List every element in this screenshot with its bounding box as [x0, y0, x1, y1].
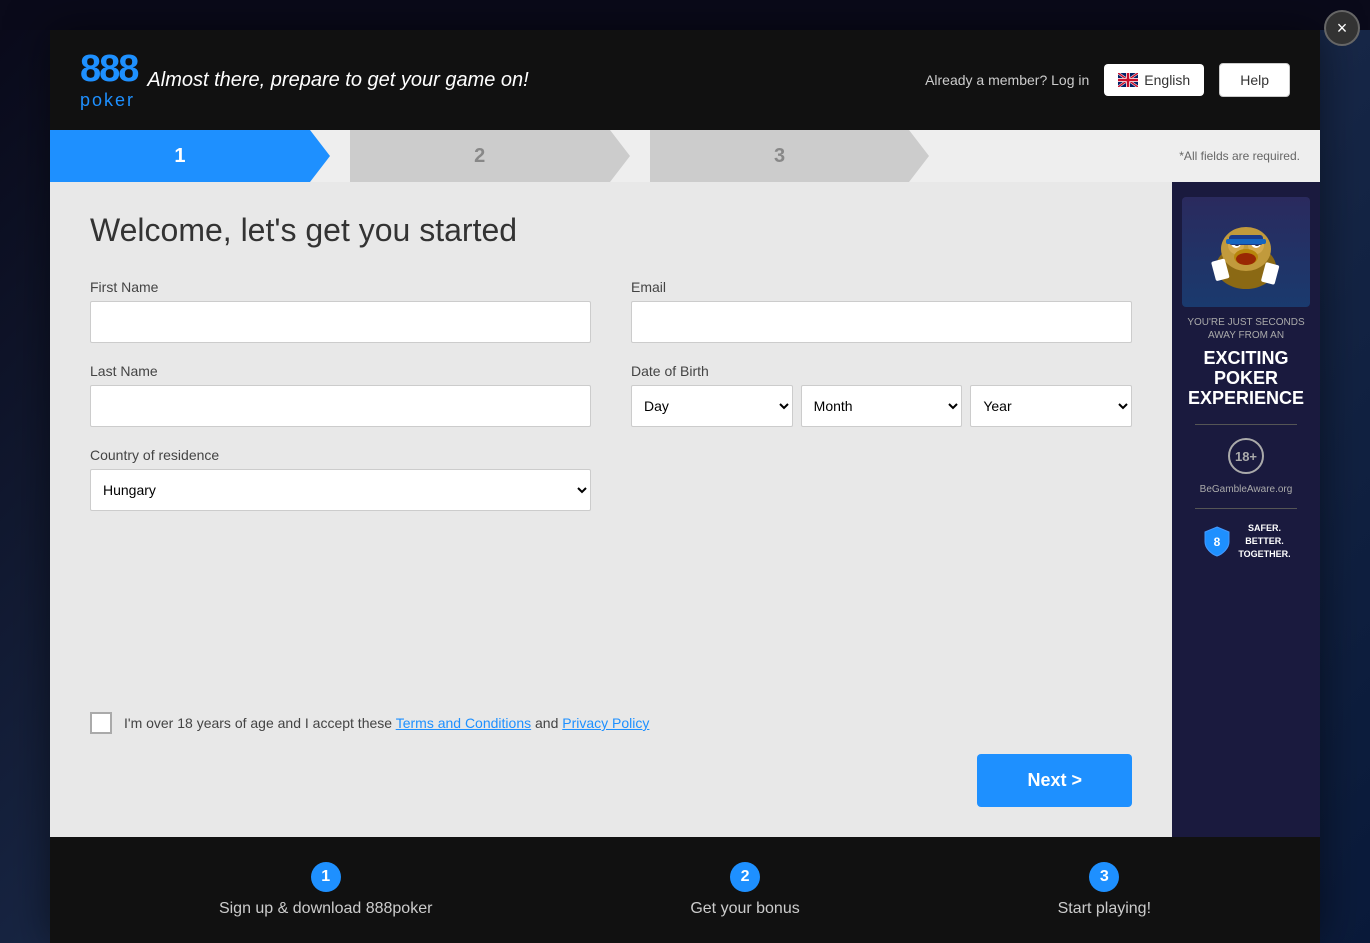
footer-step-2-label: Get your bonus: [690, 900, 799, 918]
footer-step-num-1: 1: [311, 862, 341, 892]
welcome-title: Welcome, let's get you started: [90, 212, 1132, 249]
form-section: Welcome, let's get you started First Nam…: [50, 182, 1172, 692]
terms-row: I'm over 18 years of age and I accept th…: [90, 712, 1132, 734]
footer-step-1: 1 Sign up & download 888poker: [219, 862, 433, 918]
terms-section: I'm over 18 years of age and I accept th…: [50, 692, 1172, 754]
step3-arrow: [909, 130, 929, 182]
ad-divider: [1195, 424, 1297, 425]
email-group: Email: [631, 279, 1132, 343]
tagline: Almost there, prepare to get your game o…: [147, 69, 925, 92]
terms-conditions-link[interactable]: Terms and Conditions: [396, 715, 531, 731]
ad-headline-2: POKER: [1214, 369, 1278, 389]
steps-bar: 1 2 3 *All fields are required.: [50, 130, 1320, 182]
ad-divider-2: [1195, 508, 1297, 509]
svg-text:8: 8: [1214, 535, 1221, 549]
step-2[interactable]: 2: [350, 130, 610, 182]
header-right: Already a member? Log in English: [925, 63, 1290, 97]
last-name-group: Last Name: [90, 363, 591, 427]
footer-step-num-2: 2: [730, 862, 760, 892]
dob-group: Date of Birth Day 1234 5678 9101112 1314…: [631, 363, 1132, 427]
dob-month-select[interactable]: Month JanuaryFebruaryMarch AprilMayJune …: [801, 385, 963, 427]
first-name-input[interactable]: [90, 301, 591, 343]
privacy-policy-link[interactable]: Privacy Policy: [562, 715, 649, 731]
flag-icon: [1118, 73, 1138, 87]
country-select[interactable]: Hungary Afghanistan Albania United Kingd…: [90, 469, 591, 511]
close-icon: ×: [1337, 18, 1348, 39]
step2-arrow: [610, 130, 630, 182]
ad-away-text: AWAY FROM AN: [1208, 330, 1284, 341]
ad-headline-1: EXCITING: [1203, 349, 1288, 369]
last-name-input[interactable]: [90, 385, 591, 427]
terms-checkbox[interactable]: [90, 712, 112, 734]
footer-step-1-label: Sign up & download 888poker: [219, 900, 433, 918]
dog-illustration: [1201, 207, 1291, 297]
footer-step-num-3: 3: [1089, 862, 1119, 892]
dob-year-select[interactable]: Year 200520042003 200220012000 199919981…: [970, 385, 1132, 427]
close-button[interactable]: ×: [1324, 10, 1360, 46]
dob-container: Day 1234 5678 9101112 13141516 17181920 …: [631, 385, 1132, 427]
logo-888: 888: [80, 50, 137, 88]
language-button[interactable]: English: [1104, 64, 1204, 96]
footer: 1 Sign up & download 888poker 2 Get your…: [50, 837, 1320, 943]
ad-you-text: YOU'RE JUST SECONDS: [1187, 317, 1304, 328]
footer-step-2: 2 Get your bonus: [690, 862, 799, 918]
help-button[interactable]: Help: [1219, 63, 1290, 97]
email-input[interactable]: [631, 301, 1132, 343]
dob-day-select[interactable]: Day 1234 5678 9101112 13141516 17181920 …: [631, 385, 793, 427]
next-section: Next >: [50, 754, 1172, 837]
language-label: English: [1144, 72, 1190, 88]
first-name-group: First Name: [90, 279, 591, 343]
logo-poker: poker: [80, 90, 135, 111]
header: 888 poker Almost there, prepare to get y…: [50, 30, 1320, 130]
age-18-badge: 18+: [1228, 438, 1264, 474]
footer-step-3: 3 Start playing!: [1058, 862, 1151, 918]
ad-shield-section: 8 SAFER. BETTER. TOGETHER.: [1201, 522, 1290, 560]
first-name-label: First Name: [90, 279, 591, 295]
member-text: Already a member? Log in: [925, 72, 1089, 88]
footer-step-3-label: Start playing!: [1058, 900, 1151, 918]
dob-label: Date of Birth: [631, 363, 1132, 379]
safer-text: SAFER. BETTER. TOGETHER.: [1238, 522, 1290, 560]
ad-headline-3: EXPERIENCE: [1188, 389, 1304, 409]
sidebar-ad: YOU'RE JUST SECONDS AWAY FROM AN EXCITIN…: [1172, 182, 1320, 837]
ad-dog-image: [1182, 197, 1310, 307]
logo-area: 888 poker: [80, 50, 137, 111]
country-label: Country of residence: [90, 447, 591, 463]
shield-icon: 8: [1201, 525, 1233, 557]
country-group: Country of residence Hungary Afghanistan…: [90, 447, 591, 511]
step1-arrow: [310, 130, 330, 182]
next-button[interactable]: Next >: [977, 754, 1132, 807]
form-grid: First Name Last Name Country of residenc…: [90, 279, 1132, 531]
gamble-aware-text: BeGambleAware.org: [1200, 484, 1293, 495]
email-label: Email: [631, 279, 1132, 295]
main-content: Welcome, let's get you started First Nam…: [50, 182, 1320, 837]
login-link[interactable]: Log in: [1051, 72, 1089, 88]
step-1[interactable]: 1: [50, 130, 310, 182]
last-name-label: Last Name: [90, 363, 591, 379]
terms-text: I'm over 18 years of age and I accept th…: [124, 715, 649, 731]
required-note: *All fields are required.: [1169, 149, 1300, 163]
step-3[interactable]: 3: [650, 130, 910, 182]
